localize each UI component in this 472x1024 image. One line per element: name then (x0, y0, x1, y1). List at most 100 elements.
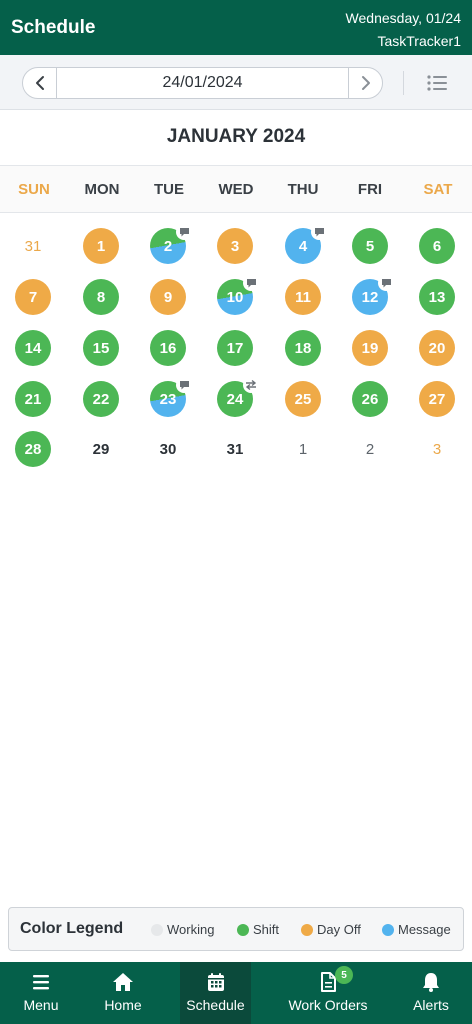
day-number: 19 (361, 339, 379, 357)
date-selector: 24/01/2024 (22, 67, 383, 99)
calendar-day[interactable]: 14 (15, 330, 51, 366)
day-number: 3 (230, 237, 240, 255)
legend-dot (151, 923, 163, 936)
calendar-day[interactable]: 5 (352, 228, 388, 264)
calendar-day[interactable]: 29 (83, 431, 119, 467)
work-orders-count-badge: 5 (335, 966, 353, 984)
calendar-day[interactable]: 27 (419, 381, 455, 417)
menu-icon (30, 971, 52, 993)
message-icon (311, 224, 327, 240)
swap-icon (243, 377, 259, 393)
previous-month-button[interactable] (23, 68, 57, 98)
calendar-day[interactable]: 11 (285, 279, 321, 315)
calendar-day[interactable]: 1 (83, 228, 119, 264)
day-number: 1 (96, 237, 106, 255)
day-number: 25 (294, 390, 312, 408)
weekday-label: MON (84, 180, 120, 198)
calendar-day[interactable]: 3 (217, 228, 253, 264)
day-number: 31 (226, 440, 244, 458)
toolbar-divider (403, 71, 404, 95)
calendar-icon (205, 971, 227, 993)
calendar-day[interactable]: 30 (150, 431, 186, 467)
calendar-day[interactable]: 20 (419, 330, 455, 366)
day-number: 23 (159, 390, 177, 408)
tab-home[interactable]: Home (82, 962, 164, 1024)
day-number: 31 (24, 237, 42, 255)
calendar-day[interactable]: 9 (150, 279, 186, 315)
legend-label: Shift (253, 922, 280, 937)
day-number: 13 (428, 288, 446, 306)
weekday-label: FRI (357, 180, 383, 198)
day-number: 14 (24, 339, 42, 357)
tab-label: Schedule (186, 997, 245, 1013)
calendar-day[interactable]: 19 (352, 330, 388, 366)
calendar-day[interactable]: 26 (352, 381, 388, 417)
calendar-day[interactable]: 3 (419, 431, 455, 467)
calendar-day[interactable]: 4 (285, 224, 327, 264)
tab-schedule[interactable]: Schedule (180, 962, 251, 1024)
legend-dot (382, 923, 394, 936)
day-number: 2 (365, 440, 375, 458)
next-month-button[interactable] (348, 68, 382, 98)
legend-item-message: Message (382, 922, 451, 937)
legend-dot (301, 923, 313, 936)
app-header: Schedule Wednesday, 01/24 TaskTracker1 (0, 0, 472, 55)
chevron-right-icon (361, 76, 370, 90)
date-navigation-bar: 24/01/2024 (0, 55, 472, 110)
calendar-day[interactable]: 16 (150, 330, 186, 366)
day-number: 29 (92, 440, 110, 458)
day-number: 6 (432, 237, 442, 255)
bottom-tab-bar: Menu Home Schedule 5 Work Orders Alerts (0, 962, 472, 1024)
tab-menu[interactable]: Menu (0, 962, 82, 1024)
calendar-day[interactable]: 10 (217, 275, 259, 315)
day-number: 12 (361, 288, 379, 306)
calendar-day[interactable]: 28 (15, 431, 51, 467)
legend-label: Working (167, 922, 215, 937)
calendar-day[interactable]: 15 (83, 330, 119, 366)
calendar-day[interactable]: 13 (419, 279, 455, 315)
calendar-day[interactable]: 2 (150, 224, 192, 264)
legend-item-working: Working (151, 922, 214, 937)
calendar-day[interactable]: 12 (352, 275, 394, 315)
weekday-header: SUN MON TUE WED THU FRI SAT (0, 165, 472, 213)
calendar-day[interactable]: 1 (285, 431, 321, 467)
day-number: 3 (432, 440, 442, 458)
calendar-day[interactable]: 21 (15, 381, 51, 417)
calendar-day[interactable]: 18 (285, 330, 321, 366)
selected-date-button[interactable]: 24/01/2024 (57, 68, 348, 98)
day-number: 20 (428, 339, 446, 357)
day-number: 15 (92, 339, 110, 357)
day-number: 10 (226, 288, 244, 306)
calendar-grid: 31 1 2 3 4 5 6 7 8 9 10 11 12 13 14 15 16 17 18 19 20 21 22 23 2… (0, 213, 472, 483)
page-title: Schedule (11, 17, 96, 38)
weekday-label: TUE (154, 180, 184, 198)
weekday-label: WED (218, 180, 254, 198)
day-number: 18 (294, 339, 312, 357)
calendar-day[interactable]: 2 (352, 431, 388, 467)
list-icon (427, 75, 447, 91)
calendar-day[interactable]: 31 (15, 228, 51, 264)
day-number: 5 (365, 237, 375, 255)
weekday-label: THU (287, 180, 319, 198)
tab-alerts[interactable]: Alerts (396, 962, 466, 1024)
calendar-day[interactable]: 8 (83, 279, 119, 315)
calendar-day[interactable]: 7 (15, 279, 51, 315)
calendar-day[interactable]: 25 (285, 381, 321, 417)
list-view-button[interactable] (426, 72, 448, 94)
calendar-day[interactable]: 23 (150, 377, 192, 417)
calendar-day[interactable]: 24 (217, 377, 259, 417)
day-number: 7 (28, 288, 38, 306)
message-icon (243, 275, 259, 291)
calendar-day[interactable]: 31 (217, 431, 253, 467)
tab-work-orders[interactable]: 5 Work Orders (276, 962, 380, 1024)
day-number: 4 (298, 237, 308, 255)
calendar-day[interactable]: 22 (83, 381, 119, 417)
tab-label: Work Orders (288, 997, 368, 1013)
tab-label: Menu (23, 997, 59, 1013)
calendar-day[interactable]: 6 (419, 228, 455, 264)
day-number: 24 (226, 390, 244, 408)
color-legend: Color Legend Working Shift Day Off Messa… (8, 907, 464, 951)
organization-label: TaskTracker1 (377, 33, 461, 49)
message-icon (176, 224, 192, 240)
calendar-day[interactable]: 17 (217, 330, 253, 366)
